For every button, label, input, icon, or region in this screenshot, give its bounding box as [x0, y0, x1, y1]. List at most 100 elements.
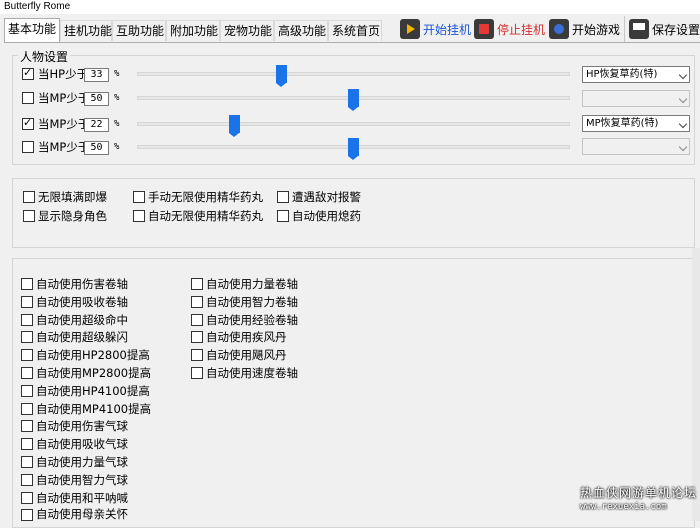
hp-threshold-label: 当HP少于: [38, 67, 89, 81]
auto-item-label: 自动使用速度卷轴: [206, 366, 298, 380]
option-checkbox[interactable]: [277, 191, 289, 203]
auto-item-checkbox[interactable]: [21, 492, 33, 504]
auto-item-label: 自动使用超级躲闪: [36, 330, 128, 344]
auto-item-label: 自动使用飓风丹: [206, 348, 287, 362]
start-hook-label: 开始挂机: [423, 22, 472, 37]
stop-hook-label: 停止挂机: [497, 22, 546, 37]
mp-threshold-checkbox-3[interactable]: [22, 141, 34, 153]
hp-item-select-value: HP恢复草药(特): [586, 69, 658, 80]
hp-threshold-slider-thumb[interactable]: [276, 65, 287, 87]
hp-threshold-checkbox[interactable]: [22, 66, 34, 80]
window-titlebar: Butterfly Rome: [0, 0, 700, 14]
mp-threshold-slider-thumb-1[interactable]: [348, 89, 359, 111]
auto-item-label: 自动使用经验卷轴: [206, 313, 298, 327]
auto-item-checkbox[interactable]: [21, 278, 33, 290]
start-game-button[interactable]: 开始游戏: [549, 14, 620, 44]
auto-item-label: 自动使用MP2800提高: [36, 366, 152, 380]
auto-item-label: 自动使用智力气球: [36, 473, 128, 487]
hp-threshold-input[interactable]: 33: [84, 68, 109, 82]
mp-threshold-label-2: 当MP少于: [38, 117, 90, 131]
auto-item-checkbox[interactable]: [21, 367, 33, 379]
percent-sign: %: [114, 69, 120, 79]
option-checkbox[interactable]: [133, 210, 145, 222]
auto-item-checkbox[interactable]: [21, 349, 33, 361]
tab-extra[interactable]: 附加功能: [166, 20, 220, 41]
auto-item-label: 自动使用伤害气球: [36, 419, 128, 433]
game-icon: [549, 19, 569, 39]
auto-item-checkbox[interactable]: [21, 296, 33, 308]
option-label: 手动无限使用精华药丸: [148, 190, 263, 204]
chevron-down-icon: [678, 142, 688, 152]
auto-item-label: 自动使用HP2800提高: [36, 348, 150, 362]
auto-item-label: 自动使用HP4100提高: [36, 384, 150, 398]
auto-item-label: 自动使用伤害卷轴: [36, 277, 128, 291]
auto-item-label: 自动使用母亲关怀: [36, 507, 128, 521]
auto-item-checkbox[interactable]: [21, 331, 33, 343]
mp-item-select-2[interactable]: MP恢复草药(特): [582, 115, 690, 132]
option-checkbox[interactable]: [23, 210, 35, 222]
start-game-label: 开始游戏: [572, 22, 621, 37]
tab-advanced[interactable]: 高级功能: [274, 20, 328, 41]
option-checkbox[interactable]: [277, 210, 289, 222]
save-icon: [629, 19, 649, 39]
auto-item-checkbox[interactable]: [191, 296, 203, 308]
option-label: 遭遇敌对报警: [292, 190, 361, 204]
tab-basic[interactable]: 基本功能: [4, 18, 60, 42]
watermark-url: www.rexuexia.com: [580, 502, 667, 512]
auto-item-checkbox[interactable]: [21, 403, 33, 415]
tab-hook[interactable]: 挂机功能: [60, 20, 112, 41]
chevron-down-icon: [678, 94, 688, 104]
option-label: 自动使用熄药: [292, 209, 361, 223]
mp-threshold-slider-thumb-2[interactable]: [229, 115, 240, 137]
option-label: 自动无限使用精华药丸: [148, 209, 263, 223]
auto-item-checkbox[interactable]: [21, 438, 33, 450]
mp-threshold-slider-thumb-3[interactable]: [348, 138, 359, 160]
vertical-scrollbar[interactable]: [692, 248, 700, 521]
watermark-title: 热血侠网游单机论坛: [580, 486, 698, 500]
character-settings-title: 人物设置: [18, 48, 71, 65]
mp-item-select-3[interactable]: [582, 138, 690, 155]
tab-pet[interactable]: 宠物功能: [220, 20, 274, 41]
auto-item-checkbox[interactable]: [21, 314, 33, 326]
mp-threshold-input-2[interactable]: 22: [84, 118, 109, 132]
hp-threshold-slider-track[interactable]: [137, 72, 570, 76]
mp-threshold-input-1[interactable]: 50: [84, 92, 109, 106]
mp-threshold-checkbox-2[interactable]: [22, 116, 34, 130]
tab-system-home[interactable]: 系统首页: [328, 20, 382, 41]
auto-item-checkbox[interactable]: [191, 278, 203, 290]
mp-item-select-1[interactable]: [582, 90, 690, 107]
auto-item-checkbox[interactable]: [21, 385, 33, 397]
auto-item-label: 自动使用智力卷轴: [206, 295, 298, 309]
hp-item-select[interactable]: HP恢复草药(特): [582, 66, 690, 83]
option-checkbox[interactable]: [23, 191, 35, 203]
auto-item-checkbox[interactable]: [191, 331, 203, 343]
stop-icon: [474, 19, 494, 39]
option-label: 显示隐身角色: [38, 209, 107, 223]
auto-item-checkbox[interactable]: [21, 509, 33, 521]
start-hook-button[interactable]: 开始挂机: [400, 14, 471, 44]
auto-item-checkbox[interactable]: [191, 367, 203, 379]
auto-item-label: 自动使用疾风丹: [206, 330, 287, 344]
percent-sign: %: [114, 142, 120, 152]
mp-threshold-input-3[interactable]: 50: [84, 141, 109, 155]
auto-item-label: 自动使用吸收卷轴: [36, 295, 128, 309]
option-label: 无限填满即爆: [38, 190, 107, 204]
save-settings-button[interactable]: 保存设置: [629, 14, 700, 44]
toolbar-divider: [624, 16, 625, 42]
mp-threshold-checkbox-1[interactable]: [22, 92, 34, 104]
mp-threshold-slider-track-2[interactable]: [137, 122, 570, 126]
auto-item-label: 自动使用力量气球: [36, 455, 128, 469]
option-checkbox[interactable]: [133, 191, 145, 203]
auto-item-checkbox[interactable]: [21, 474, 33, 486]
mp-threshold-label-1: 当MP少于: [38, 91, 90, 105]
auto-item-checkbox[interactable]: [21, 456, 33, 468]
auto-item-label: 自动使用力量卷轴: [206, 277, 298, 291]
auto-item-checkbox[interactable]: [191, 314, 203, 326]
auto-item-checkbox[interactable]: [21, 420, 33, 432]
percent-sign: %: [114, 119, 120, 129]
auto-item-checkbox[interactable]: [191, 349, 203, 361]
chevron-down-icon: [678, 70, 688, 80]
chevron-down-icon: [678, 119, 688, 129]
tab-mutual[interactable]: 互助功能: [112, 20, 166, 41]
stop-hook-button[interactable]: 停止挂机: [474, 14, 545, 44]
